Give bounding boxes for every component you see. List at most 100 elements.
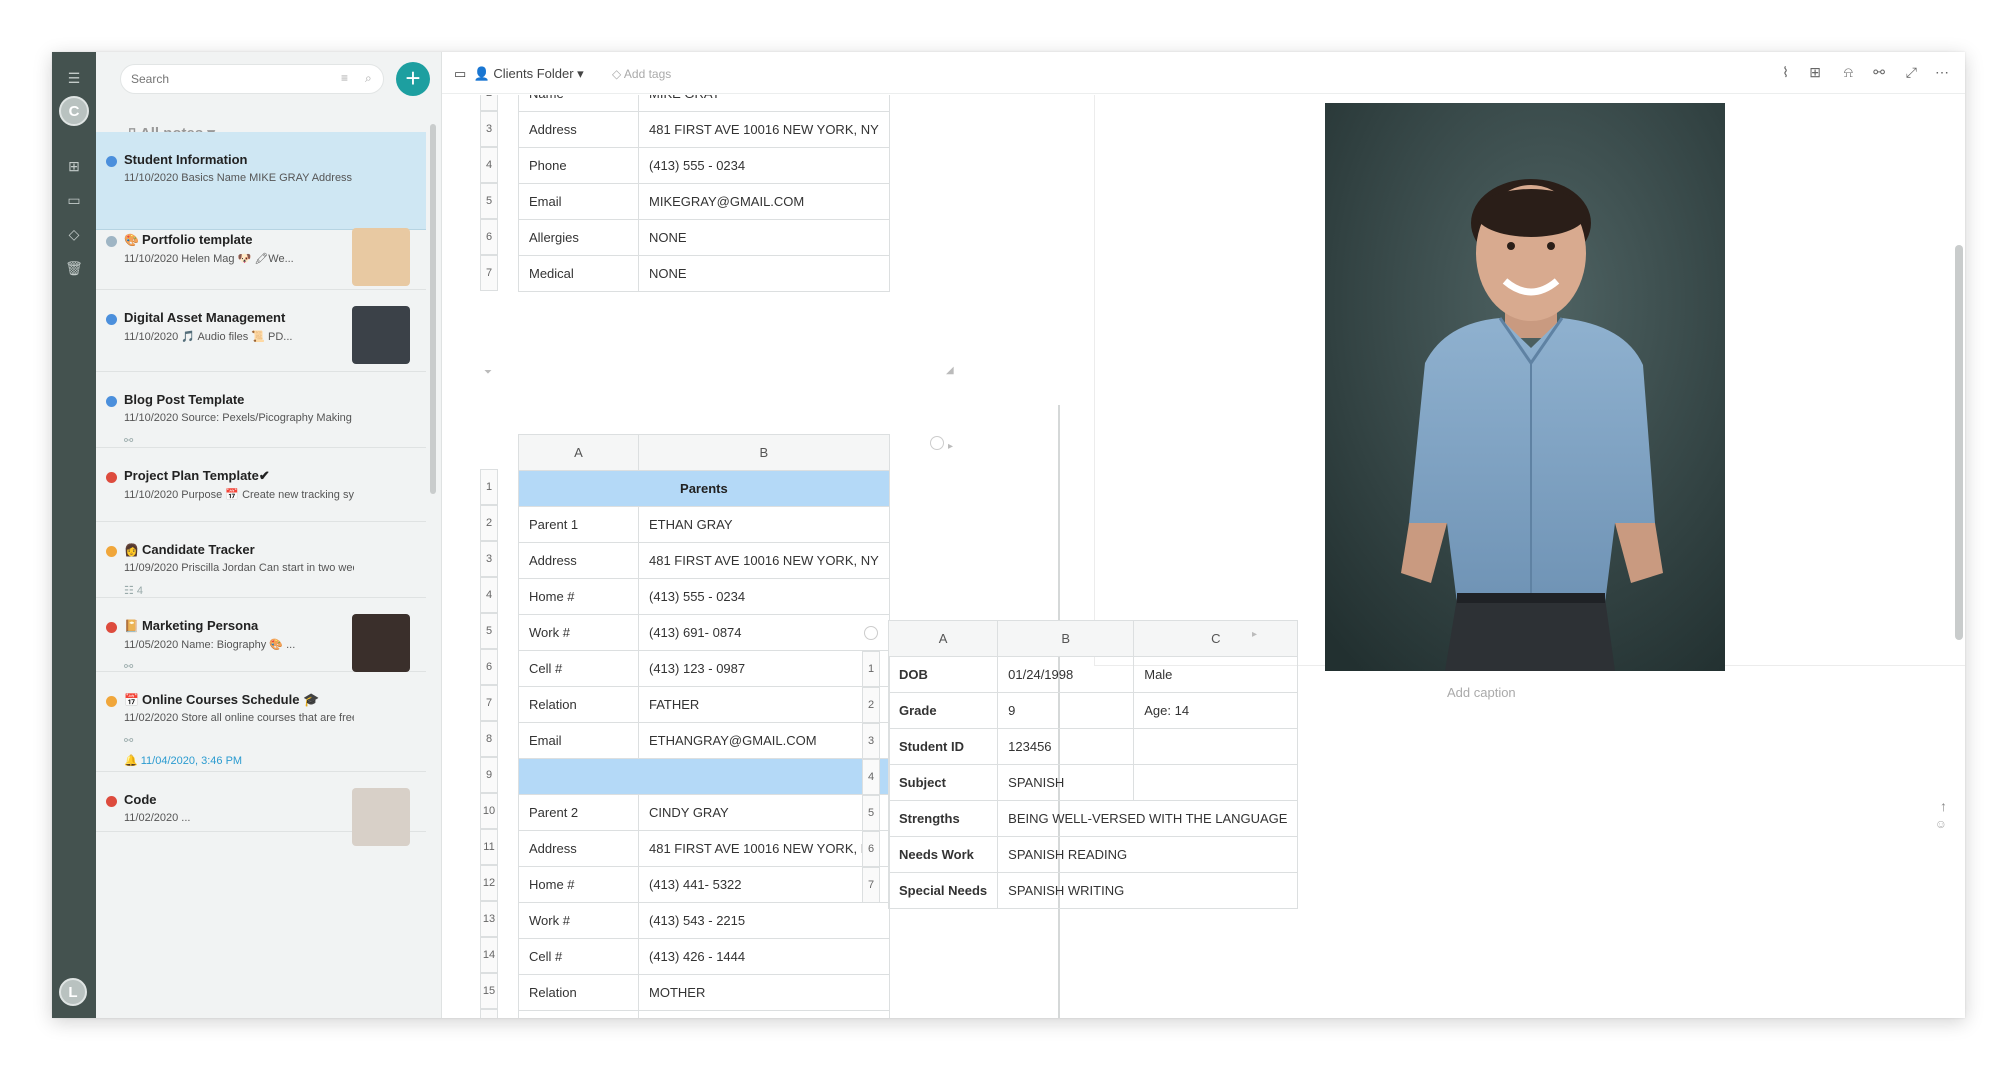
section-divider-cell[interactable] bbox=[518, 758, 890, 795]
note-item[interactable]: Digital Asset Management 11/10/2020 🎵 Aud… bbox=[96, 290, 426, 372]
row-number[interactable]: 14 bbox=[480, 937, 498, 973]
table3-add-column-icon[interactable]: ▸ bbox=[1252, 629, 1257, 640]
table3-select-handle[interactable] bbox=[864, 626, 878, 640]
table-cell-label[interactable]: Special Needs bbox=[887, 872, 999, 909]
row-number[interactable]: 6 bbox=[480, 649, 498, 685]
table-cell-extra[interactable] bbox=[1133, 728, 1299, 765]
table-cell-label[interactable]: Work # bbox=[518, 614, 639, 651]
table-cell-label[interactable]: Email bbox=[518, 1010, 639, 1018]
table-cell-label[interactable]: Address bbox=[518, 542, 639, 579]
table-cell-label[interactable]: Home # bbox=[518, 866, 639, 903]
table-cell-label[interactable]: Address bbox=[518, 830, 639, 867]
column-header-b[interactable]: B bbox=[638, 434, 890, 471]
table-cell-value[interactable]: 481 FIRST AVE 10016 NEW YORK, NY bbox=[638, 830, 890, 867]
row-number[interactable]: 9 bbox=[480, 757, 498, 793]
table-cell-label[interactable]: Parent 1 bbox=[518, 506, 639, 543]
table-cell-value[interactable]: NONE bbox=[638, 219, 890, 256]
row-number[interactable]: 10 bbox=[480, 793, 498, 829]
row-number[interactable]: 16 bbox=[480, 1009, 498, 1018]
add-tags[interactable]: ◇ Add tags bbox=[612, 67, 671, 81]
table-cell-value[interactable]: (413) 441- 5322 bbox=[638, 866, 890, 903]
row-number[interactable]: 3 bbox=[480, 541, 498, 577]
row-number[interactable]: 1 bbox=[480, 469, 498, 505]
expand-icon[interactable]: ⤢ bbox=[1906, 64, 1917, 81]
row-number[interactable]: 6 bbox=[862, 831, 880, 867]
more-icon[interactable]: ⋯ bbox=[1935, 64, 1949, 81]
row-number[interactable]: 8 bbox=[480, 721, 498, 757]
row-number[interactable]: 6 bbox=[480, 219, 498, 255]
table-cell-value[interactable]: SPANISH WRITING bbox=[997, 872, 1299, 909]
table-cell-extra[interactable] bbox=[1133, 764, 1299, 801]
table-cell-value[interactable]: NONE bbox=[638, 255, 890, 292]
table-cell-label[interactable]: Address bbox=[518, 111, 639, 148]
note-list-scroll-thumb[interactable] bbox=[430, 124, 436, 494]
column-header-c[interactable]: C bbox=[1133, 620, 1299, 657]
table-cell-extra[interactable]: Age: 14 bbox=[1133, 692, 1299, 729]
note-item[interactable]: 🎨 Portfolio template 11/10/2020 Helen Mag … bbox=[96, 212, 426, 290]
row-number[interactable]: 2 bbox=[862, 687, 880, 723]
table-cell-value[interactable]: 481 FIRST AVE 10016 NEW YORK, NY bbox=[638, 542, 890, 579]
note-item[interactable]: Blog Post Template 11/10/2020 Source: Pex… bbox=[96, 372, 426, 448]
row-number[interactable]: 1 bbox=[862, 651, 880, 687]
note-reminder[interactable]: 🔔 11/04/2020, 3:46 PM bbox=[124, 754, 242, 767]
row-number[interactable]: 11 bbox=[480, 829, 498, 865]
table-cell-label[interactable]: Home # bbox=[518, 578, 639, 615]
table1-resize-icon[interactable]: ◢ bbox=[946, 365, 954, 376]
table-cell-label[interactable]: Medical bbox=[518, 255, 639, 292]
table-cell-label[interactable]: Relation bbox=[518, 686, 639, 723]
row-number[interactable]: 2 bbox=[480, 95, 498, 111]
attachment-icon[interactable]: ⌇ bbox=[1782, 64, 1789, 81]
note-item[interactable]: 📔 Marketing Persona 11/05/2020 Name: Biogr… bbox=[96, 598, 426, 673]
search-icon[interactable]: ⌕ bbox=[365, 71, 372, 86]
table-cell-value[interactable]: BEING WELL-VERSED WITH THE LANGUAGE bbox=[997, 800, 1299, 837]
table-cell-label[interactable]: Student ID bbox=[887, 728, 999, 765]
scroll-top-icon[interactable]: ↑ bbox=[1940, 798, 1947, 814]
grid-icon[interactable]: ⊞ bbox=[52, 152, 96, 180]
column-header-b[interactable]: B bbox=[997, 620, 1135, 657]
row-number[interactable]: 2 bbox=[480, 505, 498, 541]
table-cell-label[interactable]: Grade bbox=[887, 692, 999, 729]
tag-icon[interactable]: ◇ bbox=[52, 220, 96, 248]
trash-icon[interactable]: 🗑 bbox=[52, 254, 96, 282]
bell-icon[interactable]: ⍾ bbox=[1844, 64, 1853, 81]
row-number[interactable]: 4 bbox=[862, 759, 880, 795]
row-number[interactable]: 4 bbox=[480, 147, 498, 183]
note-item[interactable]: Code 11/02/2020 ... bbox=[96, 772, 426, 846]
section-header-parents[interactable]: Parents bbox=[518, 470, 890, 507]
row-number[interactable]: 4 bbox=[480, 577, 498, 613]
avatar[interactable]: C bbox=[59, 96, 89, 126]
table-cell-value[interactable]: (413) 691- 0874 bbox=[638, 614, 890, 651]
note-item[interactable]: 📅 Online Courses Schedule 🎓 11/02/2020 Sto… bbox=[96, 672, 426, 772]
table-cell-value[interactable]: (413) 426 - 1444 bbox=[638, 938, 890, 975]
table-cell-value[interactable]: (413) 555 - 0234 bbox=[638, 147, 890, 184]
table-cell-label[interactable]: DOB bbox=[887, 656, 999, 693]
table-cell-label[interactable]: Needs Work bbox=[887, 836, 999, 873]
emoji-icon[interactable]: ☺ bbox=[1935, 817, 1947, 831]
table-cell-value[interactable]: SPANISH READING bbox=[997, 836, 1299, 873]
search-input[interactable] bbox=[131, 72, 321, 86]
table2-add-column-icon[interactable]: ▸ bbox=[948, 441, 953, 452]
table-cell-value[interactable]: CINDYGRAY@GMAIL.COM bbox=[638, 1010, 890, 1018]
table-cell-extra[interactable]: Male bbox=[1133, 656, 1299, 693]
table2-select-handle[interactable] bbox=[930, 436, 944, 450]
folder-icon[interactable]: ▭ bbox=[52, 186, 96, 214]
filter-icon[interactable]: ≡ bbox=[341, 71, 348, 85]
folder-breadcrumb[interactable]: ▭ 👤 Clients Folder ▾ bbox=[454, 66, 584, 82]
table-cell-value[interactable]: 123456 bbox=[997, 728, 1135, 765]
table-cell-label[interactable]: Cell # bbox=[518, 938, 639, 975]
table-cell-value[interactable]: (413) 555 - 0234 bbox=[638, 578, 890, 615]
menu-icon[interactable]: ☰ bbox=[52, 64, 96, 92]
column-header-a[interactable]: A bbox=[887, 620, 999, 657]
row-number[interactable]: 13 bbox=[480, 901, 498, 937]
student-photo[interactable] bbox=[1325, 103, 1725, 671]
share-icon[interactable]: ⚯ bbox=[1873, 64, 1885, 81]
row-number[interactable]: 3 bbox=[480, 111, 498, 147]
row-number[interactable]: 3 bbox=[862, 723, 880, 759]
image-caption[interactable]: Add caption bbox=[1447, 685, 1516, 700]
table-cell-value[interactable]: FATHER bbox=[638, 686, 890, 723]
table-cell-value[interactable]: MIKE GRAY bbox=[638, 95, 890, 112]
row-number[interactable]: 5 bbox=[480, 183, 498, 219]
table-cell-value[interactable]: 01/24/1998 bbox=[997, 656, 1135, 693]
table-cell-label[interactable]: Email bbox=[518, 722, 639, 759]
add-note-button[interactable]: + bbox=[396, 62, 430, 96]
